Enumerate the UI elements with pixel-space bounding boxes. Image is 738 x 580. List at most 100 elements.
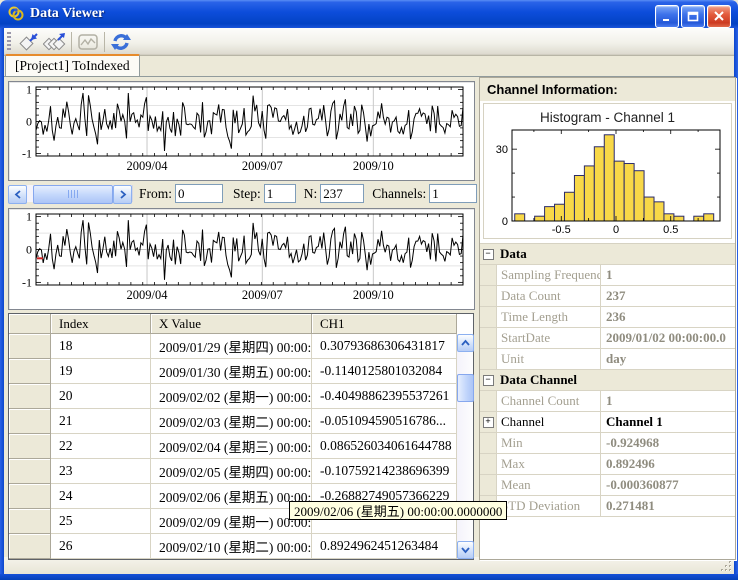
table-row[interactable]: 262009/02/10 (星期二) 00:00:00...0.89249624… <box>9 534 457 559</box>
table-row[interactable]: 182009/01/29 (星期四) 00:00:00...0.30793686… <box>9 334 457 359</box>
property-row-data-count[interactable]: Data Count237 <box>480 286 735 307</box>
property-row-channel-count[interactable]: Channel Count1 <box>480 391 735 412</box>
table-scroll-thumb[interactable] <box>457 374 474 402</box>
property-row-time-length[interactable]: Time Length236 <box>480 307 735 328</box>
step-label: Step: <box>233 186 261 202</box>
cell-index[interactable]: 21 <box>51 409 151 434</box>
cell-ch1[interactable]: -0.40498862395537261 <box>312 384 457 409</box>
property-row-std-deviation[interactable]: STD Deviation0.271481 <box>480 496 735 517</box>
property-marker: − <box>480 370 496 390</box>
cell-ch1[interactable]: -0.1140125801032084 <box>312 359 457 384</box>
row-selector[interactable] <box>9 484 51 509</box>
cell-index[interactable]: 20 <box>51 384 151 409</box>
table-row[interactable]: 192009/01/30 (星期五) 00:00:00...-0.1140125… <box>9 359 457 384</box>
table-row[interactable]: 202009/02/02 (星期一) 00:00:00...-0.4049886… <box>9 384 457 409</box>
cell-ch1[interactable]: -0.051094590516786... <box>312 409 457 434</box>
property-label: Channel Count <box>497 391 601 411</box>
cell-xvalue[interactable]: 2009/02/10 (星期二) 00:00:00... <box>151 534 312 559</box>
cell-xvalue[interactable]: 2009/02/05 (星期四) 00:00:00... <box>151 459 312 484</box>
cell-xvalue[interactable]: 2009/01/29 (星期四) 00:00:00... <box>151 334 312 359</box>
property-category-data-channel[interactable]: −Data Channel <box>480 370 735 391</box>
property-row-max[interactable]: Max0.892496 <box>480 454 735 475</box>
property-category-data[interactable]: −Data <box>480 244 735 265</box>
property-row-startdate[interactable]: StartDate2009/01/02 00:00:00.0 <box>480 328 735 349</box>
export-multiple-button[interactable] <box>42 30 68 54</box>
cell-index[interactable]: 24 <box>51 484 151 509</box>
channels-input[interactable] <box>429 184 477 203</box>
property-value: 2009/01/02 00:00:00.0 <box>601 328 735 348</box>
property-value: 237 <box>601 286 735 306</box>
table-row[interactable]: 212009/02/03 (星期二) 00:00:00...-0.0510945… <box>9 409 457 434</box>
range-scrollbar[interactable] <box>8 185 133 202</box>
cell-ch1[interactable]: 0.30793686306431817 <box>312 334 457 359</box>
range-controls: From: Step: N: Channels: <box>8 183 474 204</box>
cell-xvalue[interactable]: 2009/01/30 (星期五) 00:00:00... <box>151 359 312 384</box>
minimize-button[interactable] <box>655 5 679 28</box>
table-row[interactable]: 222009/02/04 (星期三) 00:00:00...0.08652603… <box>9 434 457 459</box>
cell-index[interactable]: 23 <box>51 459 151 484</box>
scroll-thumb[interactable] <box>33 185 113 204</box>
svg-text:-1: -1 <box>22 275 32 289</box>
property-row-sampling-frequency[interactable]: Sampling Frequency1 <box>480 265 735 286</box>
data-viewer-window: Data Viewer <box>0 0 738 580</box>
from-input[interactable] <box>175 184 223 203</box>
row-selector[interactable] <box>9 334 51 359</box>
export-single-button[interactable] <box>16 30 42 54</box>
row-selector[interactable] <box>9 534 51 559</box>
table-row[interactable]: 232009/02/05 (星期四) 00:00:00...-0.1075921… <box>9 459 457 484</box>
svg-text:-1: -1 <box>22 146 32 160</box>
cell-index[interactable]: 26 <box>51 534 151 559</box>
time-series-plot-bottom: 2009/042009/072009/1010-1 <box>8 208 475 310</box>
cell-ch1[interactable]: 0.086526034061644788 <box>312 434 457 459</box>
resize-grip[interactable] <box>720 560 733 573</box>
row-selector[interactable] <box>9 509 51 534</box>
cell-xvalue[interactable]: 2009/02/06 (星期五) 00:00:00... <box>151 484 312 509</box>
scroll-down-button[interactable] <box>457 541 474 559</box>
row-selector[interactable] <box>9 434 51 459</box>
close-button[interactable] <box>707 5 731 28</box>
property-label: Data <box>496 244 527 264</box>
property-row-channel[interactable]: +ChannelChannel 1 <box>480 412 735 433</box>
cell-index[interactable]: 18 <box>51 334 151 359</box>
cell-xvalue[interactable]: 2009/02/03 (星期二) 00:00:00... <box>151 409 312 434</box>
svg-text:2009/04: 2009/04 <box>127 288 169 302</box>
cell-xvalue[interactable]: 2009/02/09 (星期一) 00:00:0 <box>151 509 312 534</box>
toolbar-separator <box>71 32 72 52</box>
table-vertical-scrollbar[interactable] <box>457 334 473 559</box>
row-selector[interactable] <box>9 384 51 409</box>
table-header-rowselector[interactable] <box>9 314 51 334</box>
scroll-up-button[interactable] <box>457 334 474 352</box>
cell-xvalue[interactable]: 2009/02/04 (星期三) 00:00:00... <box>151 434 312 459</box>
property-marker <box>480 391 497 411</box>
table-header-index[interactable]: Index <box>51 314 151 334</box>
cell-index[interactable]: 22 <box>51 434 151 459</box>
row-selector[interactable] <box>9 359 51 384</box>
property-label: Data Count <box>497 286 601 306</box>
property-row-min[interactable]: Min-0.924968 <box>480 433 735 454</box>
expand-icon[interactable]: + <box>483 417 494 428</box>
property-grid: −DataSampling Frequency1Data Count237Tim… <box>480 243 735 559</box>
scroll-left-button[interactable] <box>8 185 27 204</box>
cell-ch1[interactable]: 0.8924962451263484 <box>312 534 457 559</box>
property-label: StartDate <box>497 328 601 348</box>
refresh-button[interactable] <box>108 30 134 54</box>
row-selector[interactable] <box>9 409 51 434</box>
cell-index[interactable]: 19 <box>51 359 151 384</box>
toolbar-grip[interactable] <box>7 32 11 52</box>
tab-project1-toindexed[interactable]: [Project1] ToIndexed <box>5 54 140 76</box>
property-row-mean[interactable]: Mean-0.000360877 <box>480 475 735 496</box>
property-row-unit[interactable]: Unitday <box>480 349 735 370</box>
cell-xvalue[interactable]: 2009/02/02 (星期一) 00:00:00... <box>151 384 312 409</box>
n-input[interactable] <box>320 184 364 203</box>
cell-index[interactable]: 25 <box>51 509 151 534</box>
collapse-icon[interactable]: − <box>483 249 494 260</box>
step-input[interactable] <box>264 184 296 203</box>
scroll-right-button[interactable] <box>113 185 132 204</box>
plot-button-disabled <box>75 30 101 54</box>
row-selector[interactable] <box>9 459 51 484</box>
table-header-ch1[interactable]: CH1 <box>312 314 457 334</box>
table-header-xvalue[interactable]: X Value <box>151 314 312 334</box>
cell-ch1[interactable]: -0.10759214238696399 <box>312 459 457 484</box>
maximize-button[interactable] <box>681 5 705 28</box>
collapse-icon[interactable]: − <box>483 375 494 386</box>
